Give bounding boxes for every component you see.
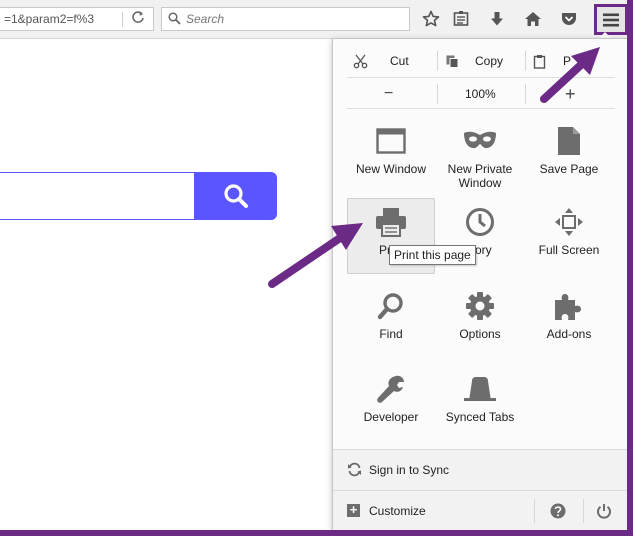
reading-list-icon[interactable] [450,8,472,30]
customize-button[interactable]: + Customize [333,491,533,530]
print-icon [348,205,434,239]
search-input[interactable] [186,11,401,27]
divider [525,84,526,104]
zoom-controls: − 100% + [347,82,615,106]
new-window-label: New Window [355,162,427,176]
find-button[interactable]: Find [347,282,435,358]
new-private-window-button[interactable]: New Private Window [436,117,524,193]
search-icon [168,12,181,28]
browser-window: =1&param2=f%3 Search Cut Copy P − 100% +… [0,0,627,530]
help-icon [550,503,566,519]
divider [437,51,438,71]
hamburger-menu-button[interactable] [594,4,627,35]
url-bar[interactable]: =1&param2=f%3 [0,7,154,31]
hamburger-icon [603,13,619,26]
add-ons-button[interactable]: Add-ons [525,282,613,358]
developer-button[interactable]: Developer [347,365,435,441]
zoom-level[interactable]: 100% [465,82,496,106]
wrench-icon [348,372,434,406]
cut-scissors-icon[interactable] [353,49,368,73]
synced-tabs-icon [437,372,523,406]
zoom-in-button[interactable]: + [565,82,576,106]
full-screen-button[interactable]: Full Screen [525,198,613,274]
divider [347,77,615,78]
puzzle-icon [526,289,612,323]
hamburger-menu-panel: Cut Copy P − 100% + New Window New Priva… [332,38,627,530]
synced-tabs-label: Synced Tabs [445,410,515,424]
print-tooltip: Print this page [389,245,476,265]
divider [583,499,584,523]
browser-toolbar: =1&param2=f%3 [0,0,627,39]
search-bar[interactable] [161,7,410,31]
bookmark-star-icon[interactable] [420,8,442,30]
downloads-arrow-icon[interactable] [486,8,508,30]
find-magnifier-icon [348,289,434,323]
copy-button[interactable]: Copy [475,49,503,73]
fullscreen-icon [526,205,612,239]
url-divider [122,12,123,27]
save-page-button[interactable]: Save Page [525,117,613,193]
save-page-icon [526,124,612,158]
cut-button[interactable]: Cut [390,49,409,73]
plus-icon: + [347,503,360,517]
quit-button[interactable] [589,501,619,521]
reload-icon[interactable] [131,10,145,27]
paste-button[interactable]: P [563,49,571,73]
divider [525,51,526,71]
synced-tabs-button[interactable]: Synced Tabs [436,365,524,441]
divider [534,499,535,523]
copy-icon[interactable] [445,49,460,73]
full-screen-label: Full Screen [538,243,600,257]
help-button[interactable] [543,501,573,521]
divider [437,84,438,104]
options-button[interactable]: Options [436,282,524,358]
gear-icon [437,289,523,323]
new-private-window-label: New Private Window [447,162,513,190]
history-clock-icon [437,205,523,239]
divider [347,108,615,109]
sync-icon [347,462,362,480]
page-search-input[interactable] [0,172,195,220]
home-icon[interactable] [522,8,544,30]
new-window-button[interactable]: New Window [347,117,435,193]
save-page-label: Save Page [539,162,599,176]
find-label: Find [379,327,403,341]
new-window-icon [348,124,434,158]
page-search-button[interactable] [195,172,277,220]
private-mask-icon [437,124,523,158]
add-ons-label: Add-ons [546,327,592,341]
customize-label: Customize [369,504,426,518]
url-text[interactable]: =1&param2=f%3 [4,12,94,26]
paste-clipboard-icon[interactable] [533,49,546,73]
history-label: ory [475,243,492,257]
footer-actions: + Customize [333,491,627,530]
pocket-icon[interactable] [558,8,580,30]
magnifier-icon [224,184,248,208]
power-icon [597,504,611,519]
zoom-out-button[interactable]: − [384,82,393,106]
options-label: Options [459,327,501,341]
developer-label: Developer [363,410,419,424]
sign-in-sync-label: Sign in to Sync [369,463,450,477]
sign-in-sync-row[interactable]: Sign in to Sync [333,450,627,490]
edit-controls: Cut Copy P [347,49,615,73]
